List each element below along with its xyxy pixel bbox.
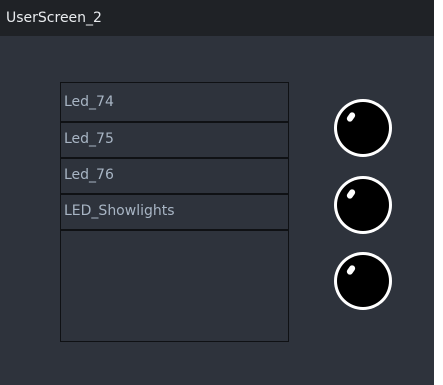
led-core (337, 179, 389, 231)
led-listbox[interactable]: Led_74 Led_75 Led_76 LED_Showlights (60, 82, 289, 342)
window-title: UserScreen_2 (6, 10, 102, 26)
list-divider (61, 229, 288, 231)
list-item[interactable]: Led_76 (61, 157, 288, 193)
title-bar: UserScreen_2 (0, 0, 434, 36)
list-item[interactable]: Led_75 (61, 121, 288, 157)
led-core (337, 102, 389, 154)
led-core (337, 255, 389, 307)
led-indicator-icon (334, 252, 392, 310)
user-screen-window: UserScreen_2 Led_74 Led_75 Led_76 LED_Sh… (0, 0, 443, 385)
list-item[interactable]: LED_Showlights (61, 193, 288, 229)
led-indicator-icon (334, 176, 392, 234)
led-indicator-icon (334, 99, 392, 157)
list-item[interactable]: Led_74 (61, 83, 288, 121)
window-edge (434, 0, 443, 385)
